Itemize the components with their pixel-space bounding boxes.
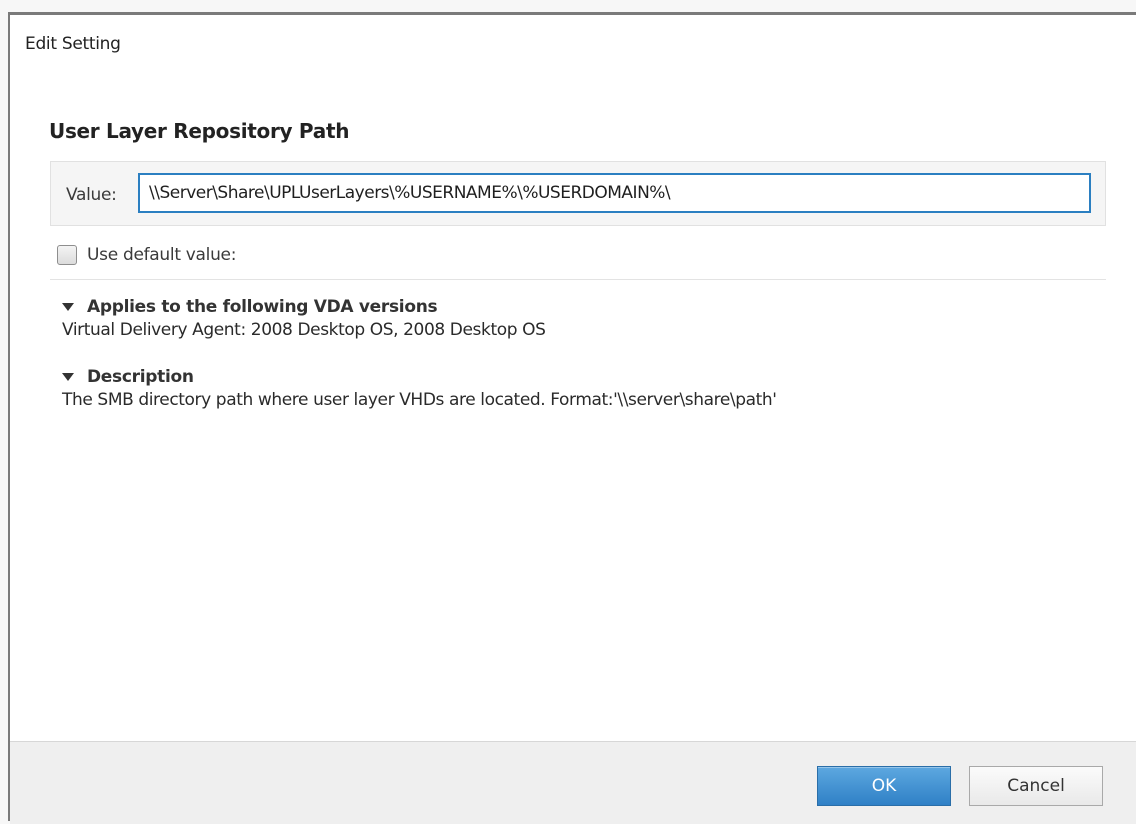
value-panel: Value:	[50, 161, 1106, 226]
value-input[interactable]	[138, 173, 1091, 213]
vda-versions-text: Virtual Delivery Agent: 2008 Desktop OS,…	[62, 320, 546, 340]
use-default-label: Use default value:	[87, 245, 237, 265]
ok-button[interactable]: OK	[817, 766, 951, 806]
expand-triangle-icon	[62, 303, 74, 311]
dialog-title: Edit Setting	[25, 34, 121, 54]
use-default-row[interactable]: Use default value:	[57, 245, 236, 265]
description-title: Description	[87, 367, 194, 387]
value-label: Value:	[66, 185, 117, 205]
use-default-checkbox[interactable]	[57, 245, 77, 265]
setting-heading: User Layer Repository Path	[49, 119, 350, 143]
vda-versions-section: Applies to the following VDA versions Vi…	[62, 297, 546, 340]
expand-triangle-icon	[62, 373, 74, 381]
description-text: The SMB directory path where user layer …	[62, 390, 777, 410]
cancel-button[interactable]: Cancel	[969, 766, 1103, 806]
dialog-footer: OK Cancel	[10, 741, 1136, 824]
description-toggle[interactable]: Description	[62, 367, 777, 387]
description-section: Description The SMB directory path where…	[62, 367, 777, 410]
edit-setting-dialog: Edit Setting User Layer Repository Path …	[8, 12, 1136, 824]
vda-versions-toggle[interactable]: Applies to the following VDA versions	[62, 297, 545, 317]
divider	[50, 279, 1106, 280]
vda-versions-title: Applies to the following VDA versions	[87, 297, 438, 317]
